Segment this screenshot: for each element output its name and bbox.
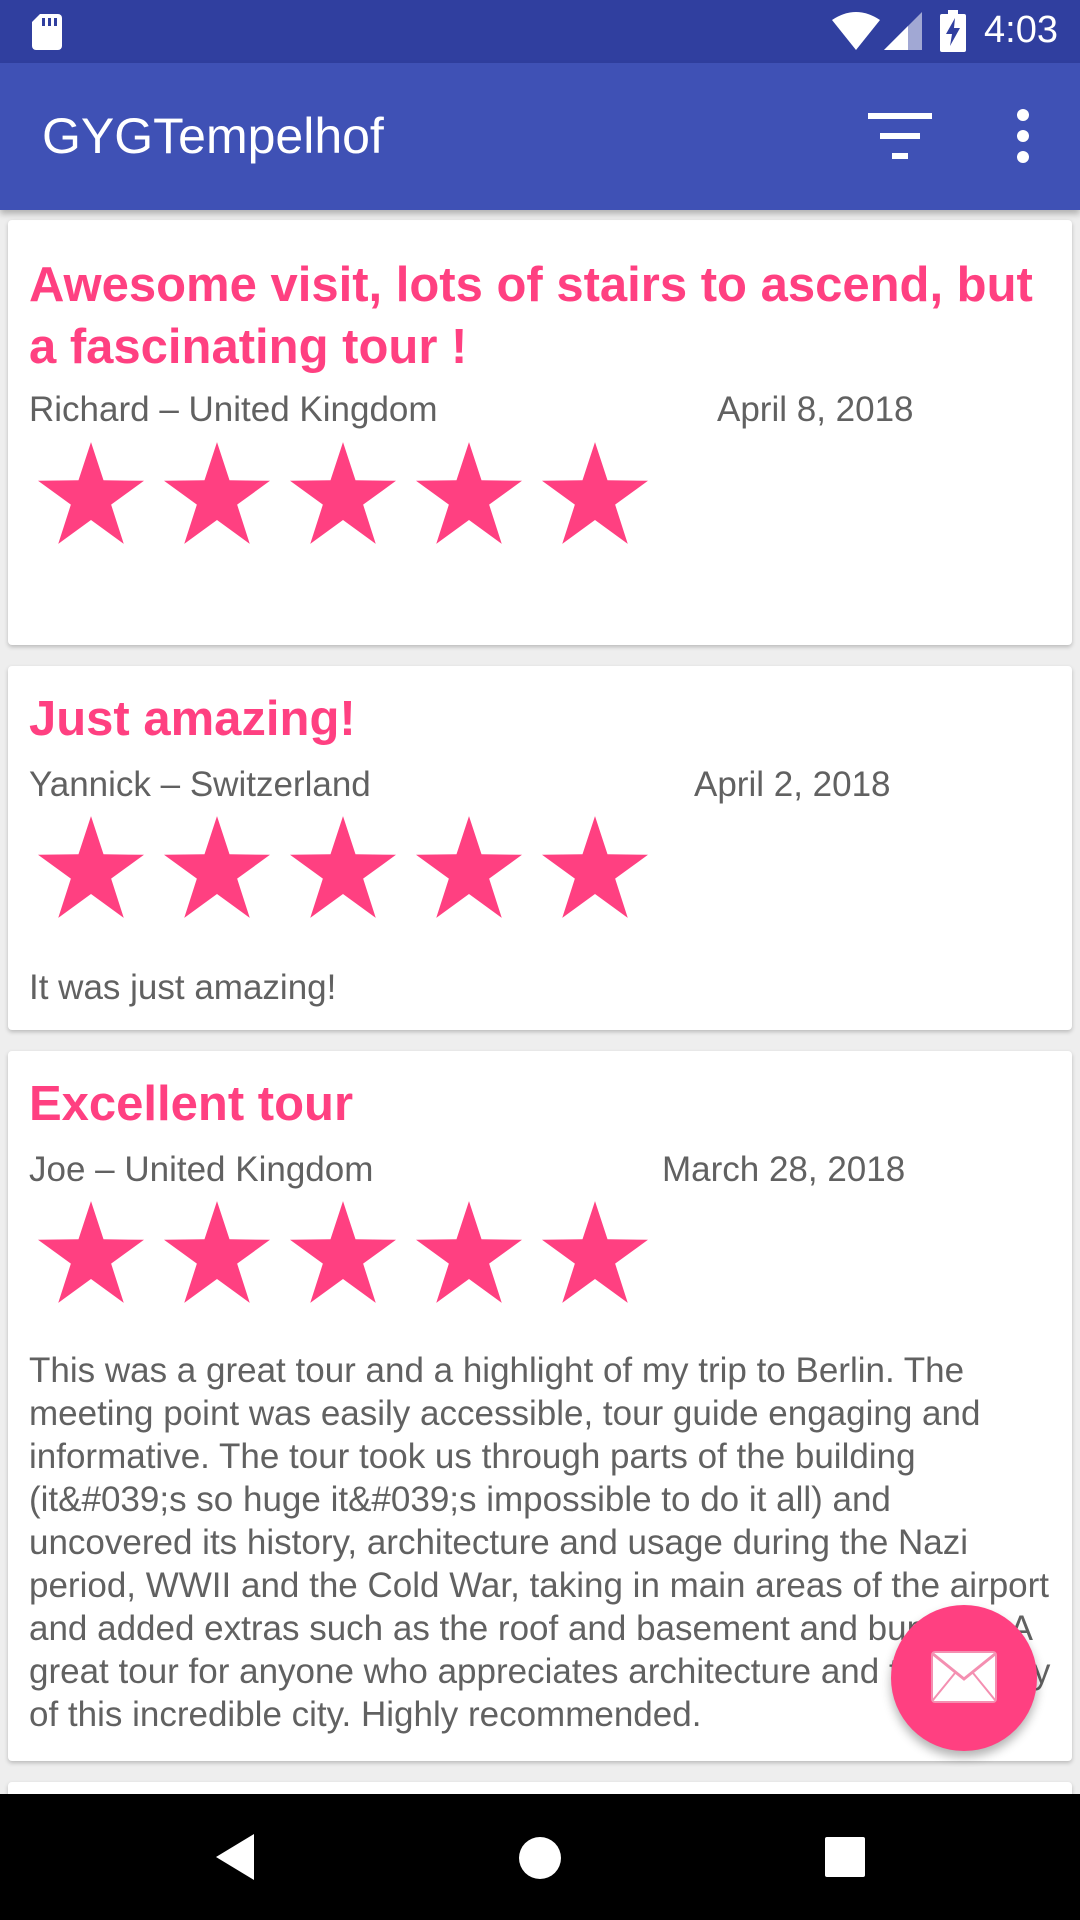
rating-stars (38, 816, 648, 918)
system-nav-bar (0, 1794, 1080, 1920)
review-author: Yannick – Switzerland (29, 765, 371, 804)
review-title: Awesome visit, lots of stairs to ascend,… (29, 258, 1033, 374)
star-icon (416, 442, 522, 544)
review-author: Richard – United Kingdom (29, 390, 438, 429)
review-card[interactable]: Awesome visit, lots of stairs to ascend,… (8, 220, 1072, 645)
compose-fab[interactable] (891, 1605, 1037, 1751)
star-icon (164, 442, 270, 544)
star-icon (290, 442, 396, 544)
back-icon[interactable] (214, 1832, 256, 1882)
rating-stars (38, 442, 648, 544)
star-icon (38, 442, 144, 544)
star-icon (38, 816, 144, 918)
review-list[interactable]: Awesome visit, lots of stairs to ascend,… (0, 210, 1080, 1794)
review-date: April 8, 2018 (717, 390, 914, 429)
rating-stars (38, 1201, 648, 1303)
status-clock: 4:03 (984, 9, 1058, 51)
review-date: March 28, 2018 (662, 1150, 906, 1189)
cell-signal-icon (884, 12, 922, 50)
app-title: GYGTempelhof (42, 108, 384, 164)
recents-icon[interactable] (824, 1836, 866, 1878)
star-icon (164, 1201, 270, 1303)
star-icon (416, 1201, 522, 1303)
review-card[interactable] (8, 1782, 1072, 1794)
more-vert-icon[interactable] (1004, 107, 1042, 165)
star-icon (542, 1201, 648, 1303)
star-icon (164, 816, 270, 918)
wifi-icon (832, 12, 880, 50)
review-date: April 2, 2018 (694, 765, 891, 804)
star-icon (416, 816, 522, 918)
star-icon (290, 1201, 396, 1303)
review-card[interactable]: Just amazing! Yannick – Switzerland Apri… (8, 666, 1072, 1030)
filter-icon[interactable] (866, 109, 934, 163)
star-icon (542, 816, 648, 918)
mail-icon (931, 1651, 997, 1703)
review-body: It was just amazing! (29, 968, 337, 1007)
review-title: Excellent tour (29, 1077, 354, 1131)
battery-charging-icon (940, 10, 966, 52)
app-bar: GYGTempelhof (0, 63, 1080, 210)
star-icon (290, 816, 396, 918)
star-icon (38, 1201, 144, 1303)
home-icon[interactable] (518, 1836, 562, 1880)
sd-card-icon (32, 14, 62, 50)
status-bar: 4:03 (0, 0, 1080, 63)
star-icon (542, 442, 648, 544)
review-title: Just amazing! (29, 692, 356, 746)
review-author: Joe – United Kingdom (29, 1150, 374, 1189)
